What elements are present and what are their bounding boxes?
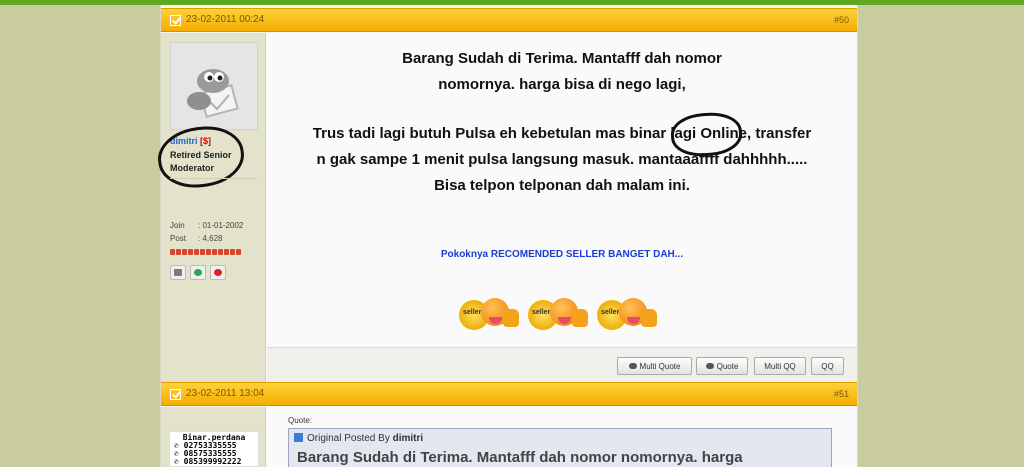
user-avatar-image[interactable]: Binar.perdana ✆ 02753335555 ✆ 0857533555…	[169, 431, 259, 467]
user-action-icons	[170, 265, 226, 280]
qq-label: QQ	[821, 361, 834, 371]
multi-qq-button[interactable]: Multi QQ	[754, 357, 806, 375]
seller-smileys: seller seller seller	[459, 295, 660, 337]
seller-smiley-icon: seller	[528, 295, 591, 337]
smiley-label: seller	[601, 309, 620, 316]
quote-jump-icon[interactable]	[294, 433, 303, 442]
quote-label: Quote	[716, 361, 739, 371]
sig-line: ✆ 085399992222	[174, 457, 242, 466]
hand-drawn-circle-annotation	[154, 121, 248, 193]
avatar-cartoon-icon	[187, 69, 239, 118]
join-label: Join	[170, 221, 185, 230]
qq-button[interactable]: QQ	[811, 357, 844, 375]
thread-container: 23-02-2011 00:24 #50 dimitri [$] Retired…	[154, 5, 858, 467]
join-date: Join : 01-01-2002	[170, 221, 243, 230]
divider	[170, 178, 258, 179]
post-number-link[interactable]: #50	[834, 15, 849, 25]
quote-button[interactable]: Quote	[696, 357, 748, 375]
user-sidebar: dimitri [$] Retired Senior Moderator Joi…	[154, 33, 266, 382]
post-actions-bar: Multi Quote Quote Multi QQ QQ	[267, 347, 857, 382]
quote-author: dimitri	[392, 433, 424, 444]
chat-bubble-icon	[705, 363, 714, 369]
post-number-link[interactable]: #51	[834, 389, 849, 399]
seller-smiley-icon: seller	[597, 295, 660, 337]
checkbox-icon[interactable]	[170, 389, 181, 400]
report-icon[interactable]	[210, 265, 226, 280]
multi-qq-label: Multi QQ	[764, 361, 796, 371]
checkbox-icon[interactable]	[170, 15, 181, 26]
smiley-label: seller	[532, 309, 551, 316]
avatar[interactable]	[170, 42, 258, 130]
post-text-paragraph: Barang Sudah di Terima. Mantafff dah nom…	[402, 50, 722, 93]
post-date: 23-02-2011 00:24	[186, 14, 265, 25]
profile-icon[interactable]	[170, 265, 186, 280]
quote-header: Original Posted By dimitri	[294, 433, 423, 444]
smiley-label: seller	[463, 309, 482, 316]
message-icon[interactable]	[190, 265, 206, 280]
post-value: : 4,628	[198, 234, 223, 243]
post-date: 23-02-2011 13:04	[186, 388, 265, 399]
chat-bubble-icon	[628, 363, 637, 369]
seller-smiley-icon: seller	[459, 295, 522, 337]
user-sidebar: Binar.perdana ✆ 02753335555 ✆ 0857533555…	[161, 407, 266, 467]
reputation-bar	[170, 249, 241, 255]
post-count: Post : 4,628	[170, 234, 222, 243]
quote-text: Barang Sudah di Terima. Mantafff dah nom…	[297, 449, 743, 466]
quote-prefix: Original Posted By	[307, 433, 390, 444]
post-body: Quote: Original Posted By dimitri Barang…	[267, 407, 857, 467]
post-header: 23-02-2011 00:24 #50	[161, 8, 857, 32]
post-label: Post	[170, 234, 187, 243]
join-value: : 01-01-2002	[198, 221, 244, 230]
recommend-text: Pokoknya RECOMENDED SELLER BANGET DAH...	[440, 249, 684, 260]
post-body: Barang Sudah di Terima. Mantafff dah nom…	[267, 33, 857, 347]
quote-label: Quote:	[288, 416, 313, 425]
multi-quote-button[interactable]: Multi Quote	[617, 357, 692, 375]
multi-quote-label: Multi Quote	[639, 361, 681, 371]
quote-box: Original Posted By dimitri Barang Sudah …	[288, 428, 832, 467]
post-header: 23-02-2011 13:04 #51	[161, 382, 857, 406]
post-text-paragraph: Trus tadi lagi butuh Pulsa eh kebetulan …	[312, 125, 812, 194]
